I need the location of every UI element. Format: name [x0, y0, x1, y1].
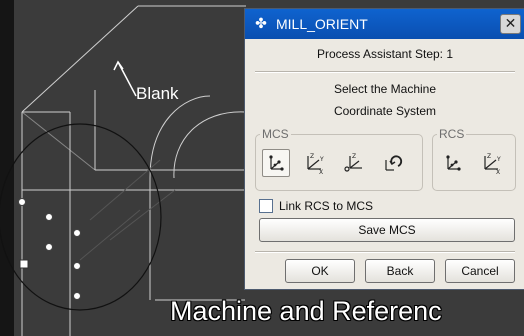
mcs-csys-dialog-button[interactable] [262, 149, 290, 177]
instruction-line-1: Select the Machine [333, 82, 437, 96]
svg-text:Z: Z [310, 153, 314, 160]
ok-button[interactable]: OK [285, 259, 355, 283]
csys-dialog-icon [269, 155, 284, 171]
close-icon: ✕ [504, 16, 517, 32]
mcs-legend: MCS [262, 127, 289, 141]
csys-dialog-icon [446, 155, 461, 171]
svg-text:Z: Z [487, 153, 491, 160]
mcs-rotate-button[interactable] [378, 149, 406, 177]
rcs-legend: RCS [439, 127, 465, 141]
mcs-axes-button[interactable]: Z Y X [300, 149, 328, 177]
link-rcs-checkbox[interactable] [259, 199, 273, 213]
origin-icon: Z [344, 153, 362, 172]
back-button[interactable]: Back [365, 259, 435, 283]
dialog-title: MILL_ORIENT [276, 16, 368, 32]
save-mcs-button[interactable]: Save MCS [259, 218, 515, 242]
cancel-button[interactable]: Cancel [445, 259, 515, 283]
rcs-group: RCS Z Y X [432, 127, 516, 191]
svg-text:Y: Y [319, 156, 324, 163]
rotate-icon [385, 155, 403, 171]
rcs-axes-button[interactable]: Z Y X [477, 149, 505, 177]
caption-text: Machine and Referenc [170, 296, 442, 326]
link-rcs-checkbox-row[interactable]: Link RCS to MCS [259, 199, 373, 213]
mill-orient-dialog: ✤ MILL_ORIENT ✕ Process Assistant Step: … [244, 8, 524, 290]
axes-icon: Z Y X [307, 153, 324, 174]
svg-text:Y: Y [496, 156, 501, 163]
rcs-csys-dialog-button[interactable] [439, 149, 467, 177]
step-text: Process Assistant Step: 1 [316, 47, 454, 61]
svg-text:X: X [496, 169, 500, 174]
axes-icon: Z Y X [484, 153, 501, 174]
divider [255, 71, 515, 73]
svg-text:Z: Z [352, 153, 356, 160]
svg-text:X: X [319, 169, 323, 174]
instruction-line-2: Coordinate System [333, 104, 437, 118]
link-rcs-label: Link RCS to MCS [279, 199, 374, 213]
blank-label: Blank [136, 84, 179, 103]
nx-app-icon: ✤ [255, 16, 267, 32]
dialog-titlebar[interactable]: ✤ MILL_ORIENT ✕ [245, 9, 524, 39]
origin-marker [19, 259, 29, 269]
divider [255, 251, 515, 253]
mcs-origin-button[interactable]: Z [340, 149, 368, 177]
close-button[interactable]: ✕ [500, 14, 521, 34]
mcs-group: MCS Z Y X Z [255, 127, 423, 191]
